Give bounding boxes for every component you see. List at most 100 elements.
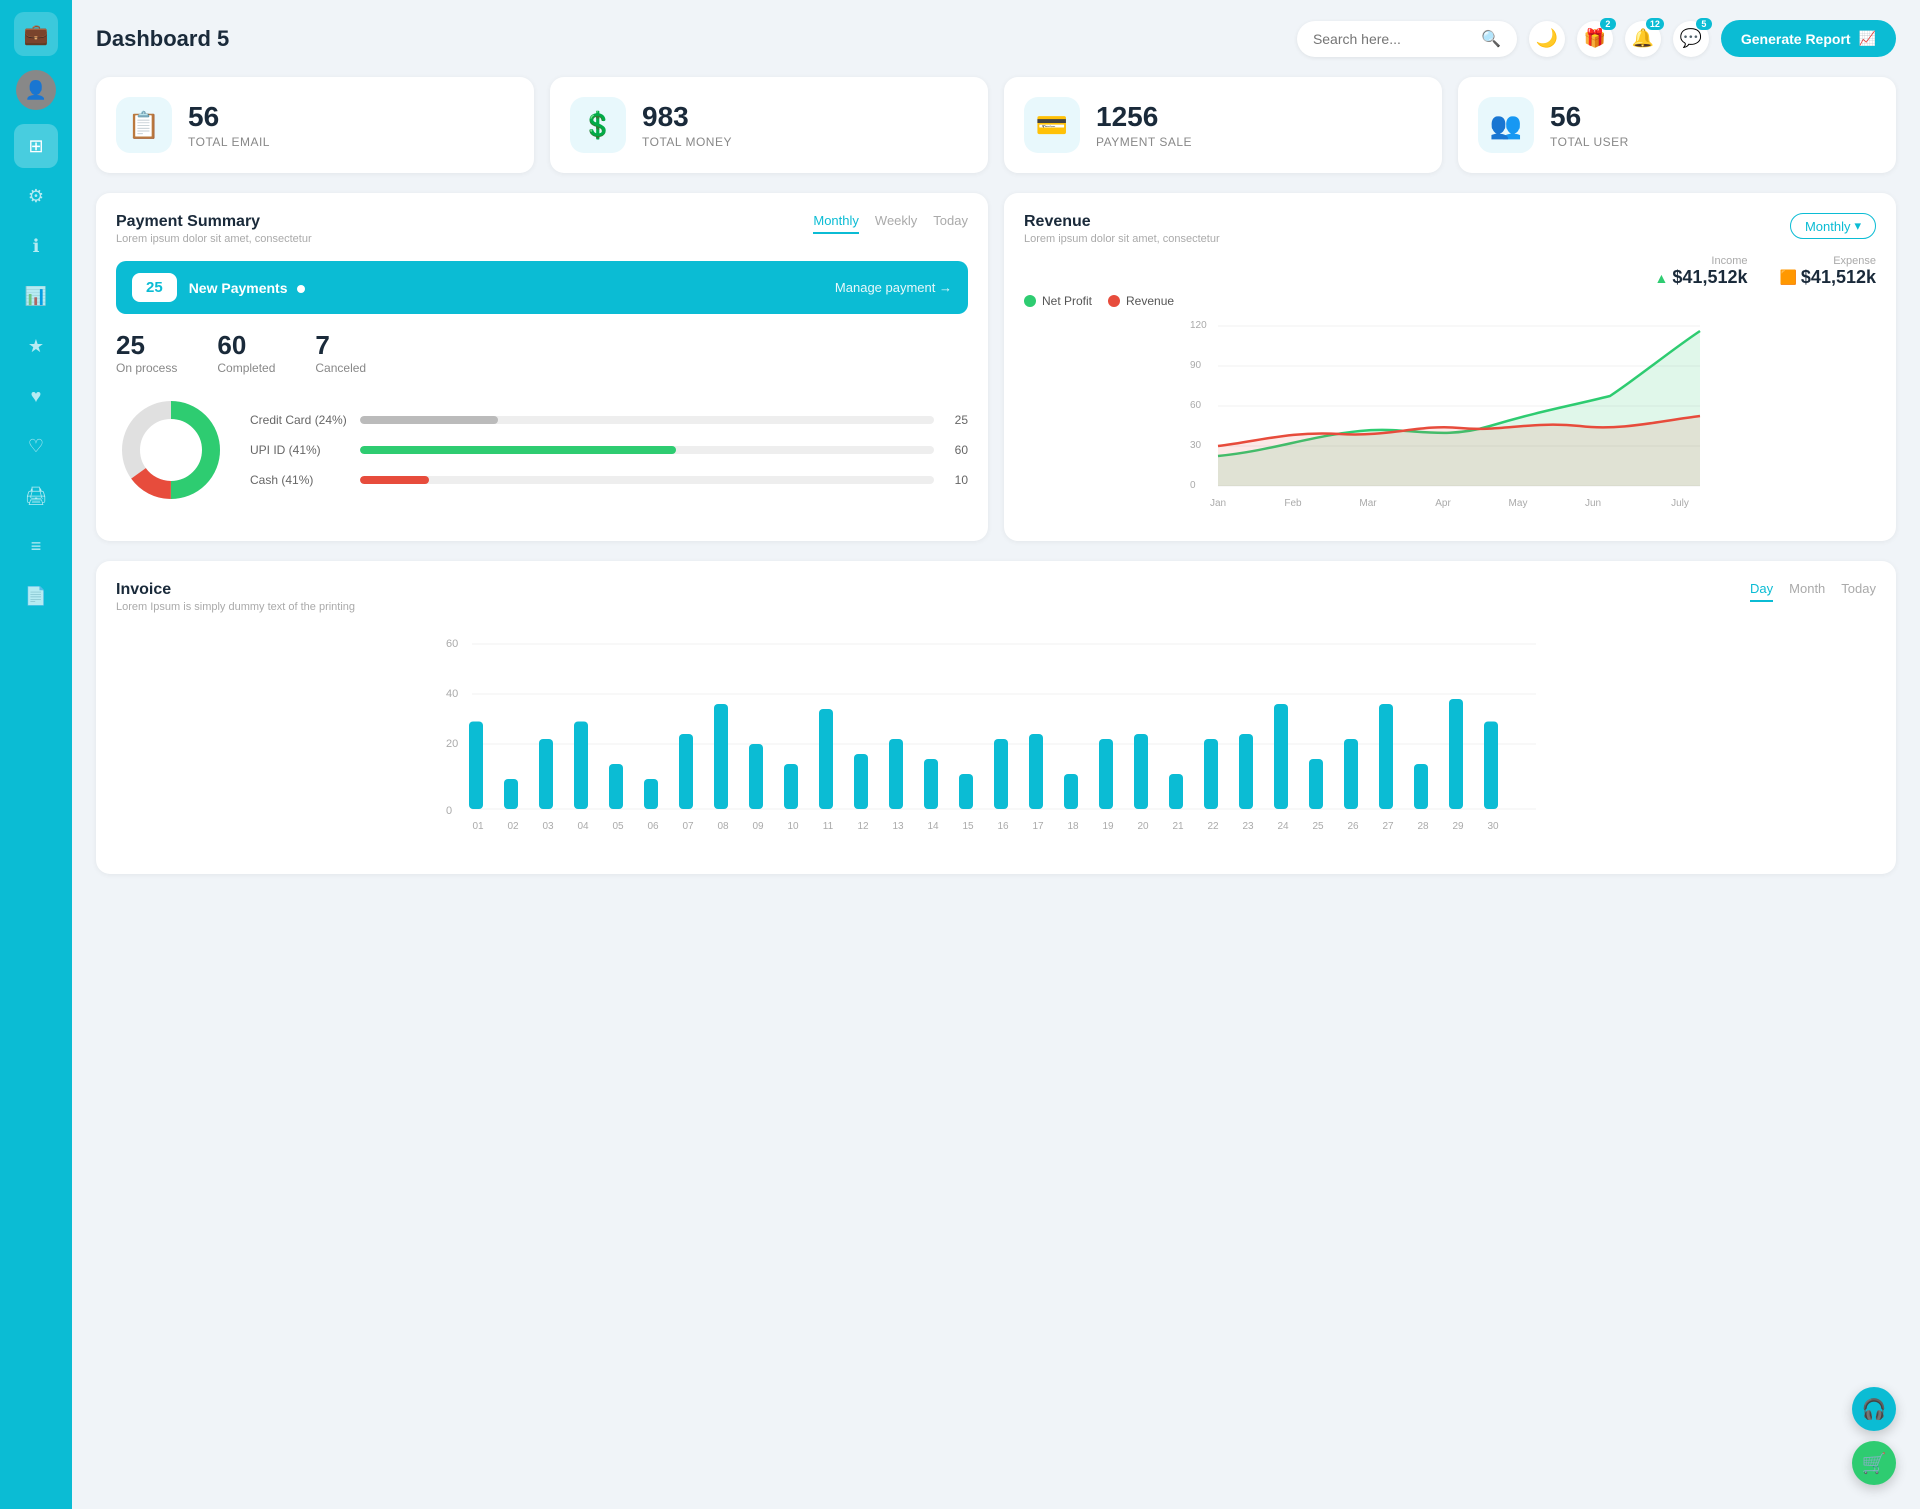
invoice-chart-svg: 60 40 20 0 01020304050607080910111213141… [116, 629, 1876, 849]
on-process-label: On process [116, 361, 177, 375]
tab-today[interactable]: Today [933, 213, 968, 234]
money-icon: 💲 [570, 97, 626, 153]
invoice-tab-today[interactable]: Today [1841, 581, 1876, 602]
payment-icon: 💳 [1024, 97, 1080, 153]
sidebar-item-list[interactable]: ≡ [14, 524, 58, 568]
payment-summary-card: Payment Summary Lorem ipsum dolor sit am… [96, 193, 988, 541]
pb-upi-track [360, 446, 934, 454]
sidebar: 💼 👤 ⊞ ⚙ ℹ 📊 ★ ♥ ♡ 🖨 ≡ 📄 [0, 0, 72, 1509]
sidebar-item-heart1[interactable]: ♥ [14, 374, 58, 418]
pb-upi-fill [360, 446, 676, 454]
stat-email-info: 56 TOTAL EMAIL [188, 101, 270, 149]
svg-text:19: 19 [1102, 821, 1114, 832]
svg-text:Apr: Apr [1435, 498, 1451, 509]
bar-12 [854, 754, 868, 809]
svg-text:July: July [1671, 498, 1689, 509]
chart-bar-icon: 📈 [1859, 30, 1876, 47]
net-profit-dot [1024, 295, 1036, 307]
gift-icon-button[interactable]: 🎁 2 [1577, 21, 1613, 57]
legend-net-profit: Net Profit [1024, 294, 1092, 308]
tab-weekly[interactable]: Weekly [875, 213, 917, 234]
expense-value: $41,512k [1801, 267, 1876, 288]
income-label: Income [1655, 255, 1748, 267]
sidebar-item-print[interactable]: 🖨 [14, 474, 58, 518]
sidebar-item-chart[interactable]: 📊 [14, 274, 58, 318]
stat-on-process: 25 On process [116, 330, 177, 375]
svg-text:15: 15 [962, 821, 974, 832]
svg-text:60: 60 [1190, 400, 1202, 411]
pb-cash-label: Cash (41%) [250, 473, 350, 487]
svg-text:09: 09 [752, 821, 764, 832]
svg-text:0: 0 [446, 805, 452, 817]
revenue-monthly-dropdown[interactable]: Monthly ▾ [1790, 213, 1876, 239]
stat-card-payment: 💳 1256 PAYMENT SALE [1004, 77, 1442, 173]
main-content: Dashboard 5 🔍 🌙 🎁 2 🔔 12 💬 5 Generate Re… [72, 0, 1920, 1509]
money-count: 983 [642, 101, 732, 133]
tab-monthly[interactable]: Monthly [813, 213, 859, 234]
sidebar-item-heart2[interactable]: ♡ [14, 424, 58, 468]
generate-report-button[interactable]: Generate Report 📈 [1721, 20, 1896, 57]
fab-headset[interactable]: 🎧 [1852, 1387, 1896, 1431]
svg-text:16: 16 [997, 821, 1009, 832]
new-payments-count: 25 [132, 273, 177, 302]
invoice-bar-chart: 60 40 20 0 01020304050607080910111213141… [116, 629, 1876, 854]
sidebar-item-doc[interactable]: 📄 [14, 574, 58, 618]
invoice-card: Invoice Lorem Ipsum is simply dummy text… [96, 561, 1896, 874]
invoice-tab-day[interactable]: Day [1750, 581, 1773, 602]
svg-text:Feb: Feb [1284, 498, 1302, 509]
svg-text:20: 20 [446, 738, 458, 750]
pb-upi: UPI ID (41%) 60 [250, 443, 968, 457]
svg-text:07: 07 [682, 821, 694, 832]
svg-text:13: 13 [892, 821, 904, 832]
chat-icon-button[interactable]: 💬 5 [1673, 21, 1709, 57]
canceled-num: 7 [315, 330, 366, 361]
bar-18 [1064, 774, 1078, 809]
payment-label: PAYMENT SALE [1096, 135, 1192, 149]
stat-user-info: 56 TOTAL USER [1550, 101, 1629, 149]
svg-text:27: 27 [1382, 821, 1394, 832]
bar-06 [644, 779, 658, 809]
expense-icon: 🟧 [1779, 269, 1796, 286]
bar-14 [924, 759, 938, 809]
svg-text:Jan: Jan [1210, 498, 1226, 509]
stat-payment-info: 1256 PAYMENT SALE [1096, 101, 1192, 149]
chevron-down-icon: ▾ [1854, 218, 1861, 234]
dark-mode-toggle[interactable]: 🌙 [1529, 21, 1565, 57]
payment-summary-title: Payment Summary [116, 213, 312, 231]
header: Dashboard 5 🔍 🌙 🎁 2 🔔 12 💬 5 Generate Re… [96, 20, 1896, 57]
invoice-tab-month[interactable]: Month [1789, 581, 1825, 602]
stat-card-user: 👥 56 TOTAL USER [1458, 77, 1896, 173]
svg-text:17: 17 [1032, 821, 1044, 832]
bar-15 [959, 774, 973, 809]
user-avatar[interactable]: 👤 [16, 70, 56, 110]
bar-08 [714, 704, 728, 809]
svg-text:08: 08 [717, 821, 729, 832]
bell-icon-button[interactable]: 🔔 12 [1625, 21, 1661, 57]
svg-text:21: 21 [1172, 821, 1184, 832]
page-title: Dashboard 5 [96, 26, 229, 52]
pb-credit-fill [360, 416, 498, 424]
bar-23 [1239, 734, 1253, 809]
manage-payment-link[interactable]: Manage payment → [835, 280, 952, 295]
bar-07 [679, 734, 693, 809]
sidebar-item-dashboard[interactable]: ⊞ [14, 124, 58, 168]
stat-completed: 60 Completed [217, 330, 275, 375]
fab-cart[interactable]: 🛒 [1852, 1441, 1896, 1485]
svg-text:01: 01 [472, 821, 484, 832]
chat-badge: 5 [1696, 18, 1712, 30]
svg-text:12: 12 [857, 821, 869, 832]
svg-text:26: 26 [1347, 821, 1359, 832]
revenue-card: Revenue Lorem ipsum dolor sit amet, cons… [1004, 193, 1896, 541]
sidebar-item-settings[interactable]: ⚙ [14, 174, 58, 218]
fab-group: 🎧 🛒 [1852, 1387, 1896, 1485]
bar-01 [469, 722, 483, 810]
bar-29 [1449, 699, 1463, 809]
payment-count: 1256 [1096, 101, 1192, 133]
bar-26 [1344, 739, 1358, 809]
revenue-header: Revenue Lorem ipsum dolor sit amet, cons… [1024, 213, 1876, 245]
sidebar-item-star[interactable]: ★ [14, 324, 58, 368]
bar-13 [889, 739, 903, 809]
search-input[interactable] [1313, 31, 1473, 47]
sidebar-item-info[interactable]: ℹ [14, 224, 58, 268]
search-box[interactable]: 🔍 [1297, 21, 1517, 57]
